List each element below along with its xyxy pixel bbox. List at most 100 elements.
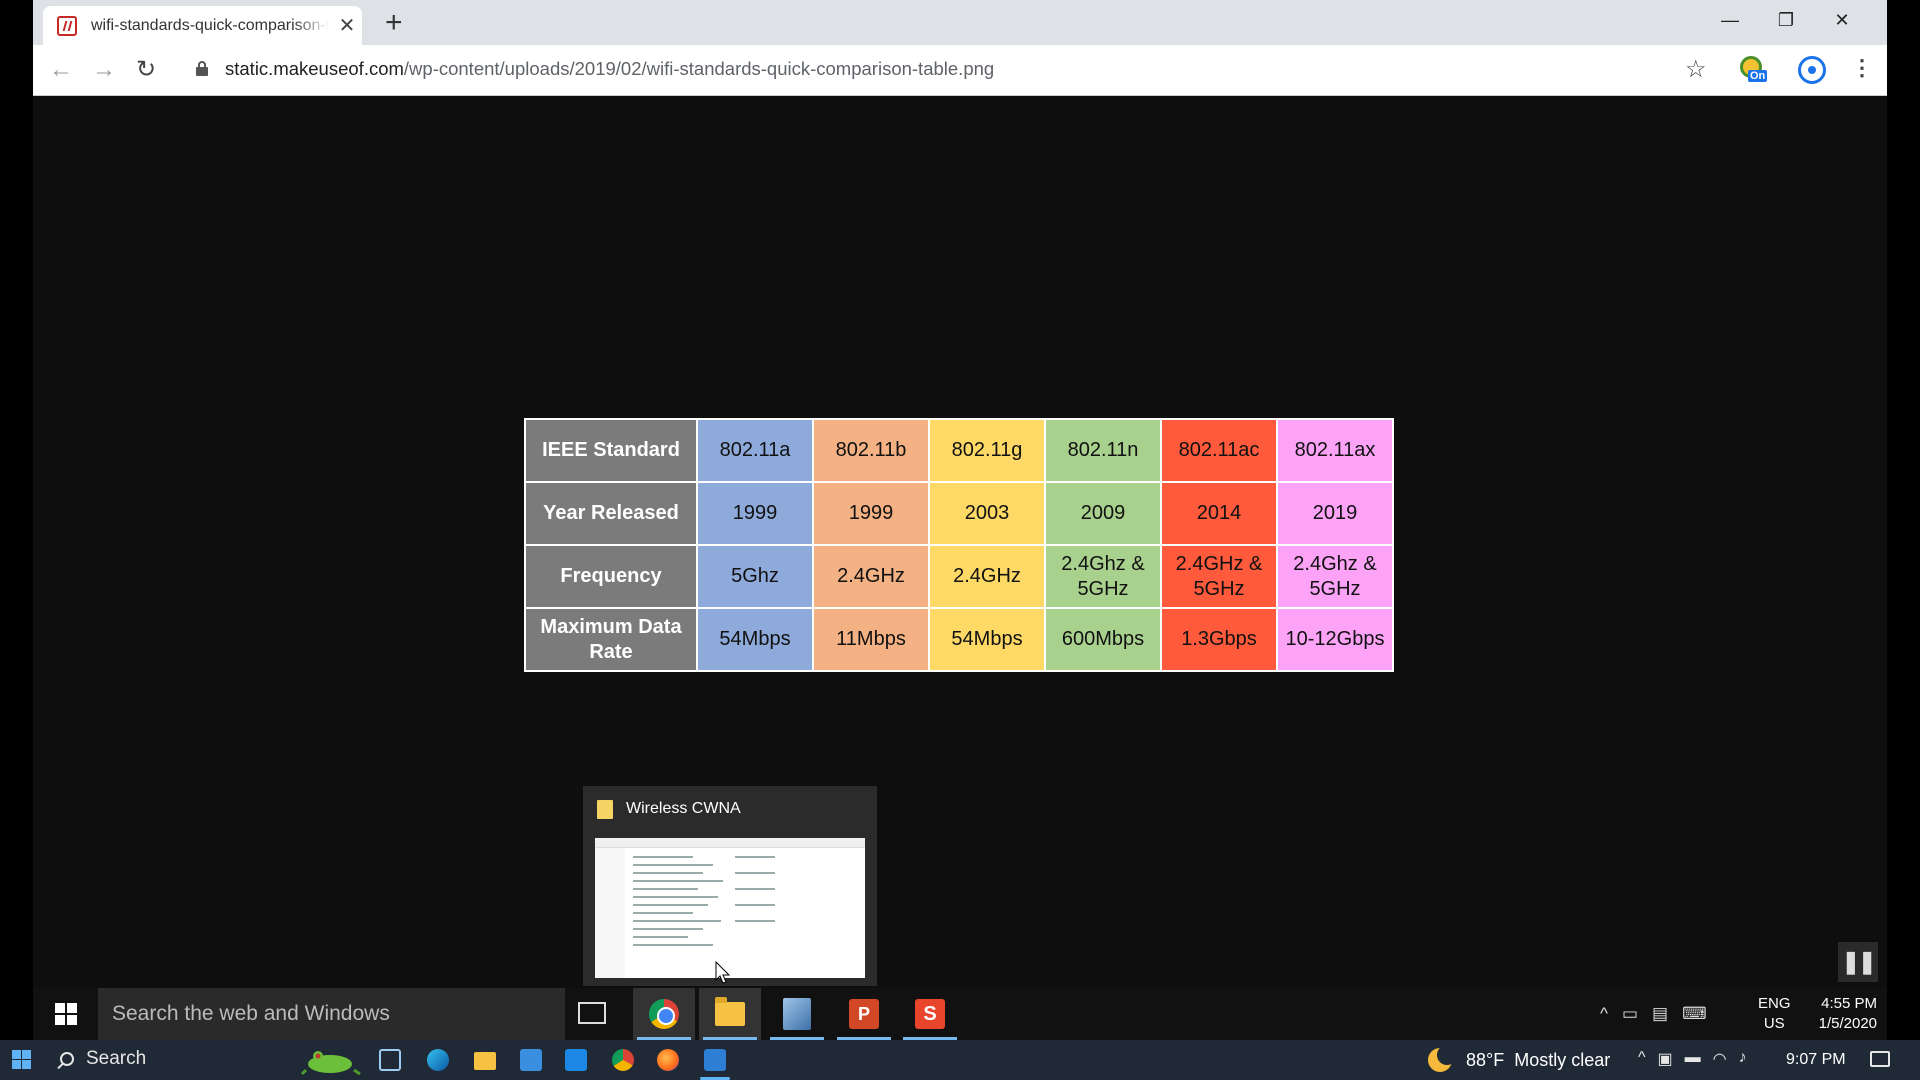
cell-frequency: 2.4GHz: [930, 546, 1044, 607]
lock-icon[interactable]: [196, 61, 208, 76]
language-code: ENG: [1758, 995, 1791, 1012]
edge-icon[interactable]: [427, 1049, 449, 1071]
cell-year: 2009: [1046, 483, 1160, 544]
host-start-button[interactable]: [12, 1050, 31, 1069]
weather-widget[interactable]: 88°F Mostly clear: [1428, 1045, 1610, 1072]
taskbar-app[interactable]: [766, 988, 828, 1040]
cell-standard: 802.11ax: [1278, 420, 1392, 481]
row-header-standard: IEEE Standard: [526, 420, 696, 481]
cell-year: 2019: [1278, 483, 1392, 544]
moon-icon: [1428, 1045, 1457, 1072]
browser-tab-strip: wifi-standards-quick-comparison-table.pn…: [33, 0, 1887, 45]
cell-frequency: 2.4Ghz & 5GHz: [1278, 546, 1392, 607]
row-header-frequency: Frequency: [526, 546, 696, 607]
tray-network-icon[interactable]: ▭: [1622, 1004, 1638, 1024]
start-button[interactable]: [33, 988, 98, 1040]
cell-frequency: 5Ghz: [698, 546, 812, 607]
browser-menu-icon[interactable]: ⋮: [1851, 55, 1873, 81]
address-bar[interactable]: static.makeuseof.com/wp-content/uploads/…: [225, 58, 994, 80]
windows-logo-icon: [12, 1050, 31, 1069]
tray-keyboard-icon[interactable]: ⌨: [1682, 1004, 1707, 1024]
search-placeholder: Search the web and Windows: [112, 1002, 390, 1025]
inner-clock[interactable]: 4:55 PM 1/5/2020: [1805, 994, 1877, 1034]
back-button[interactable]: ←: [47, 56, 75, 84]
cell-frequency: 2.4GHz: [814, 546, 928, 607]
taskbar-thumbnail-popup[interactable]: Wireless CWNA: [583, 786, 877, 986]
file-explorer-icon[interactable]: [474, 1052, 496, 1070]
table-row: Year Released 1999 1999 2003 2009 2014 2…: [526, 483, 1392, 544]
search-icon: [60, 1052, 74, 1066]
taskbar-search-box[interactable]: Search the web and Windows: [98, 988, 565, 1040]
tray-volume-icon[interactable]: ♪: [1739, 1049, 1747, 1069]
task-view-icon[interactable]: [578, 1002, 606, 1024]
file-explorer-icon: [715, 997, 745, 1026]
store-icon[interactable]: [520, 1049, 542, 1071]
cell-frequency: 2.4Ghz & 5GHz: [1046, 546, 1160, 607]
clock-date: 1/5/2020: [1818, 1015, 1877, 1032]
host-clock[interactable]: 9:07 PM: [1786, 1051, 1846, 1069]
taskbar-powerpoint[interactable]: P: [833, 988, 895, 1040]
search-label: Search: [86, 1048, 147, 1069]
row-header-year: Year Released: [526, 483, 696, 544]
firefox-icon[interactable]: [657, 1049, 679, 1071]
cell-standard: 802.11g: [930, 420, 1044, 481]
cell-year: 2014: [1162, 483, 1276, 544]
page-viewport: IEEE Standard 802.11a 802.11b 802.11g 80…: [33, 96, 1887, 988]
host-search[interactable]: Search: [60, 1048, 146, 1070]
site-favicon-icon: [57, 15, 77, 36]
mouse-cursor-icon: [715, 961, 731, 984]
host-system-tray: ^ ▣ ▬ ◠ ♪: [1632, 1049, 1753, 1069]
bookmark-star-icon[interactable]: ☆: [1685, 55, 1707, 84]
url-host: static.makeuseof.com: [225, 58, 404, 79]
url-path: /wp-content/uploads/2019/02/wifi-standar…: [403, 58, 995, 79]
browser-tab[interactable]: wifi-standards-quick-comparison-table.pn…: [43, 6, 362, 45]
tray-message-icon[interactable]: ▤: [1652, 1004, 1668, 1024]
region-code: US: [1763, 1015, 1785, 1032]
reload-button[interactable]: ↻: [132, 56, 160, 84]
cell-rate: 600Mbps: [1046, 609, 1160, 670]
tray-device-icon[interactable]: ▣: [1658, 1049, 1673, 1069]
host-taskbar: Search 88°F Mostly clear ^ ▣ ▬ ◠ ♪ 9:07 …: [0, 1040, 1920, 1080]
tray-chevron-icon[interactable]: ^: [1638, 1049, 1646, 1069]
cell-year: 1999: [814, 483, 928, 544]
window-minimize-button[interactable]: —: [1702, 0, 1758, 40]
cell-rate: 10-12Gbps: [1278, 609, 1392, 670]
cell-rate: 54Mbps: [698, 609, 812, 670]
taskbar-snagit[interactable]: S: [899, 988, 961, 1040]
folder-icon: [597, 800, 613, 819]
mail-icon[interactable]: [565, 1049, 587, 1071]
chrome-icon[interactable]: [612, 1049, 634, 1071]
table-row: Frequency 5Ghz 2.4GHz 2.4GHz 2.4Ghz & 5G…: [526, 546, 1392, 607]
tray-chevron-icon[interactable]: ^: [1600, 1004, 1608, 1024]
window-close-button[interactable]: ✕: [1814, 0, 1870, 40]
language-indicator[interactable]: ENG US: [1758, 994, 1791, 1034]
forward-button[interactable]: →: [90, 56, 118, 84]
extension-icon[interactable]: On: [1740, 56, 1768, 84]
system-tray: ^ ▭ ▤ ⌨: [1593, 988, 1714, 1040]
remote-desktop-icon[interactable]: [704, 1049, 726, 1071]
powerpoint-icon: P: [849, 999, 879, 1029]
new-tab-button[interactable]: +: [385, 8, 403, 38]
widgets-icon[interactable]: [379, 1049, 401, 1071]
windows-logo-icon: [54, 1003, 77, 1025]
profile-avatar[interactable]: [1798, 56, 1826, 84]
cell-rate: 1.3Gbps: [1162, 609, 1276, 670]
pause-button[interactable]: ❚❚: [1838, 942, 1878, 982]
taskbar-file-explorer[interactable]: [699, 988, 761, 1040]
snagit-icon: S: [915, 999, 945, 1029]
cell-standard: 802.11b: [814, 420, 928, 481]
window-restore-button[interactable]: ❐: [1758, 0, 1814, 40]
notification-icon[interactable]: [1870, 1051, 1890, 1067]
cell-year: 1999: [698, 483, 812, 544]
window-preview[interactable]: [595, 838, 865, 978]
clock-time: 4:55 PM: [1821, 995, 1877, 1012]
tab-close-icon[interactable]: ✕: [337, 13, 357, 38]
taskbar-chrome[interactable]: [633, 988, 695, 1040]
tray-wifi-icon[interactable]: ◠: [1713, 1049, 1727, 1069]
tray-battery-icon[interactable]: ▬: [1685, 1049, 1701, 1069]
remote-desktop: wifi-standards-quick-comparison-table.pn…: [33, 0, 1887, 1040]
weather-temp: 88°F: [1466, 1049, 1505, 1070]
cell-standard: 802.11n: [1046, 420, 1160, 481]
cell-rate: 11Mbps: [814, 609, 928, 670]
browser-toolbar: ← → ↻ static.makeuseof.com/wp-content/up…: [33, 45, 1887, 96]
